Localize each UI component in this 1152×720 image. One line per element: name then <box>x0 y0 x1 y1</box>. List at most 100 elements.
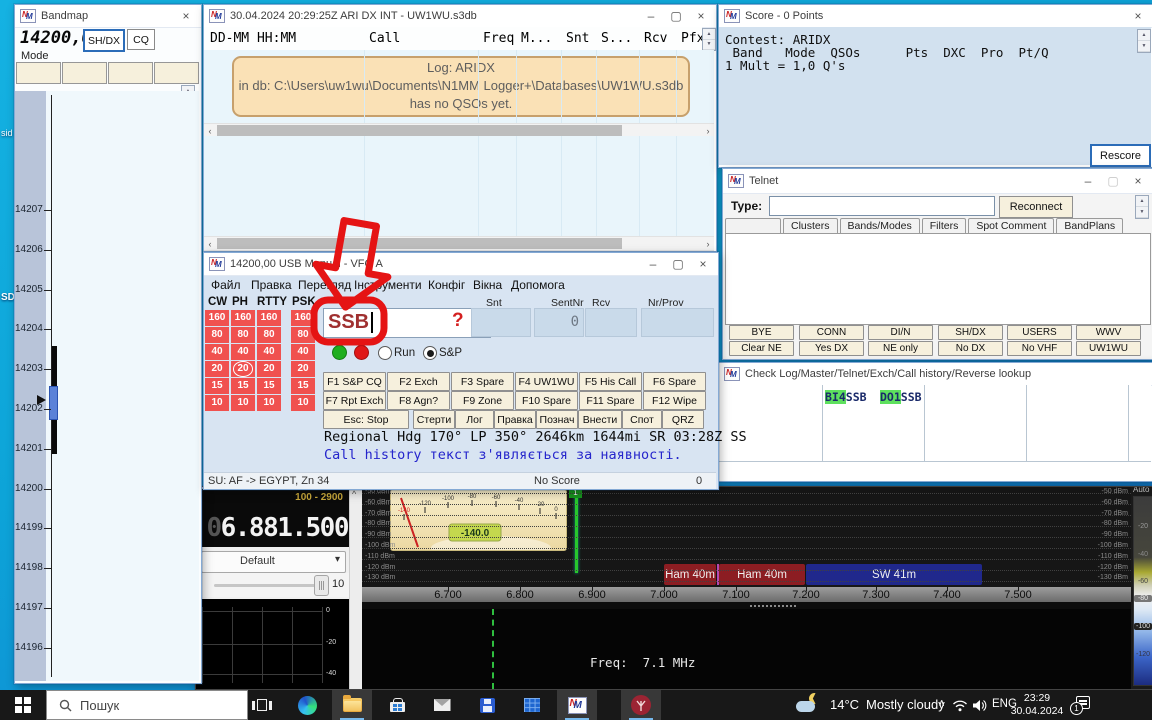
file-explorer-button[interactable] <box>332 690 372 720</box>
telnet-button[interactable]: WWV <box>1076 325 1141 340</box>
telnet-button[interactable]: SH/DX <box>938 325 1003 340</box>
mail-button[interactable] <box>422 690 462 720</box>
band-button-ph-10[interactable]: 10 <box>231 395 255 411</box>
auto-label[interactable]: Auto <box>1133 487 1149 494</box>
fkey-button[interactable]: F7 Rpt Exch <box>323 391 386 410</box>
telnet-tab-blank[interactable] <box>725 218 781 234</box>
zoom-dots[interactable] <box>750 605 796 607</box>
fkey-button[interactable]: F8 Agn? <box>387 391 450 410</box>
minimize-icon[interactable]: – <box>641 8 661 24</box>
mode-box[interactable] <box>62 62 107 84</box>
shdx-button[interactable]: SH/DX <box>83 29 125 52</box>
telnet-button[interactable]: USERS <box>1007 325 1072 340</box>
maximize-icon[interactable]: ▢ <box>1103 173 1123 189</box>
scale-scroll-thumb[interactable] <box>49 386 58 420</box>
sp-radio-label[interactable]: S&P <box>439 347 462 359</box>
telnet-tab[interactable]: Spot Comment <box>968 218 1054 234</box>
maximize-icon[interactable]: ▢ <box>666 8 686 24</box>
edge-browser-button[interactable] <box>287 690 327 720</box>
fkey-button[interactable]: F12 Wipe <box>643 391 706 410</box>
telnet-tab[interactable]: Bands/Modes <box>840 218 920 234</box>
band-button-ph-20[interactable]: 20 <box>231 361 255 377</box>
close-icon[interactable]: × <box>176 8 196 24</box>
command-button[interactable]: Внести <box>578 410 622 429</box>
n1mm-taskbar-button[interactable]: NM <box>557 690 597 720</box>
fkey-button[interactable]: F3 Spare <box>451 372 514 391</box>
fkey-button[interactable]: F2 Exch <box>387 372 450 391</box>
minimize-icon[interactable]: – <box>1078 173 1098 189</box>
log-column-header[interactable]: Freq <box>483 31 514 46</box>
fkey-button[interactable]: F4 UW1WU <box>515 372 578 391</box>
log-column-header[interactable]: Call <box>369 31 400 46</box>
log-hscrollbar[interactable]: ‹› <box>204 236 714 251</box>
telnet-tab[interactable]: Clusters <box>783 218 838 234</box>
fkey-button[interactable]: F11 Spare <box>579 391 642 410</box>
sdr-frequency-display[interactable]: 100 - 2900 06.881.500 <box>196 489 349 547</box>
store-button[interactable] <box>377 690 417 720</box>
desktop-icon-label[interactable]: sid <box>1 128 13 138</box>
close-icon[interactable]: × <box>1128 8 1148 24</box>
rcv-field[interactable] <box>585 308 637 337</box>
snt-field[interactable] <box>471 308 531 337</box>
sp-radio[interactable] <box>423 346 437 360</box>
band-button-psk-10[interactable]: 10 <box>291 395 315 411</box>
log-column-header[interactable]: DD-MM HH:MM <box>210 31 296 46</box>
tray-temperature[interactable]: 14°C <box>830 697 859 712</box>
fkey-button[interactable]: F9 Zone <box>451 391 514 410</box>
search-box[interactable]: Пошук <box>46 690 248 720</box>
telnet-output[interactable] <box>725 233 1151 325</box>
band-button-cw-20[interactable]: 20 <box>205 361 229 377</box>
log-spinner[interactable]: ▲▼ <box>702 28 716 51</box>
slider-track[interactable] <box>214 584 326 587</box>
check-call[interactable]: BI4SSB <box>825 390 867 404</box>
log-titlebar[interactable]: NM 30.04.2024 20:29:25Z ARI DX INT - UW1… <box>204 5 716 28</box>
band-button-psk-15[interactable]: 15 <box>291 378 315 394</box>
sdr-taskbar-button[interactable] <box>621 690 661 720</box>
panel-collapse-strip[interactable]: ^ <box>349 487 363 689</box>
band-button-cw-10[interactable]: 10 <box>205 395 229 411</box>
telnet-button[interactable]: BYE <box>729 325 794 340</box>
telnet-button[interactable]: No VHF <box>1007 341 1072 356</box>
reconnect-button[interactable]: Reconnect <box>999 196 1073 218</box>
preset-dropdown[interactable]: Default ▾ <box>201 551 346 573</box>
command-button[interactable]: Esc: Stop <box>323 410 409 429</box>
waterfall-level-scale[interactable]: -20-40-60-80-100-120 <box>1133 496 1152 686</box>
mode-box[interactable] <box>108 62 153 84</box>
rescore-button[interactable]: Rescore <box>1090 144 1151 167</box>
wifi-icon[interactable] <box>952 699 968 712</box>
sentnr-field[interactable]: 0 <box>534 308 584 337</box>
log-column-header[interactable]: Pfx <box>681 31 704 46</box>
band-button-rtty-15[interactable]: 15 <box>257 378 281 394</box>
telnet-button[interactable]: NE only <box>868 341 933 356</box>
tray-chevron-icon[interactable]: ∧ <box>938 698 945 709</box>
fkey-button[interactable]: F5 His Call <box>579 372 642 391</box>
fkey-button[interactable]: F1 S&P CQ <box>323 372 386 391</box>
menu-item[interactable]: Конфіг <box>428 278 465 292</box>
band-button-cw-40[interactable]: 40 <box>205 344 229 360</box>
telnet-tab[interactable]: Filters <box>922 218 967 234</box>
command-button[interactable]: Правка <box>494 410 536 429</box>
band-button-rtty-80[interactable]: 80 <box>257 327 281 343</box>
floppy-app-button[interactable] <box>467 690 507 720</box>
telnet-button[interactable]: DI/N <box>868 325 933 340</box>
volume-slider[interactable]: 10 <box>196 573 349 597</box>
score-titlebar[interactable]: NM Score - 0 Points × <box>719 5 1152 28</box>
tray-clock[interactable]: 23:29 30.04.2024 <box>1008 692 1066 718</box>
log-column-header[interactable]: S... <box>601 31 632 46</box>
band-button-ph-40[interactable]: 40 <box>231 344 255 360</box>
band-button-rtty-40[interactable]: 40 <box>257 344 281 360</box>
band-button-rtty-10[interactable]: 10 <box>257 395 281 411</box>
band-button-ph-80[interactable]: 80 <box>231 327 255 343</box>
band-button-cw-15[interactable]: 15 <box>205 378 229 394</box>
log-column-header[interactable]: Rcv <box>644 31 667 46</box>
check-call[interactable]: DO1SSB <box>880 390 922 404</box>
tuning-line[interactable] <box>575 487 578 573</box>
menu-item[interactable]: Файл <box>211 278 241 292</box>
telnet-tab[interactable]: BandPlans <box>1056 218 1123 234</box>
check-titlebar[interactable]: NM Check Log/Master/Telnet/Exch/Call his… <box>719 363 1152 386</box>
score-spinner[interactable]: ▲▼ <box>1137 29 1151 53</box>
band-button-ph-15[interactable]: 15 <box>231 378 255 394</box>
desktop-icon-label[interactable]: SD <box>1 292 15 303</box>
mode-box[interactable] <box>154 62 199 84</box>
minimize-icon[interactable]: – <box>643 256 663 272</box>
